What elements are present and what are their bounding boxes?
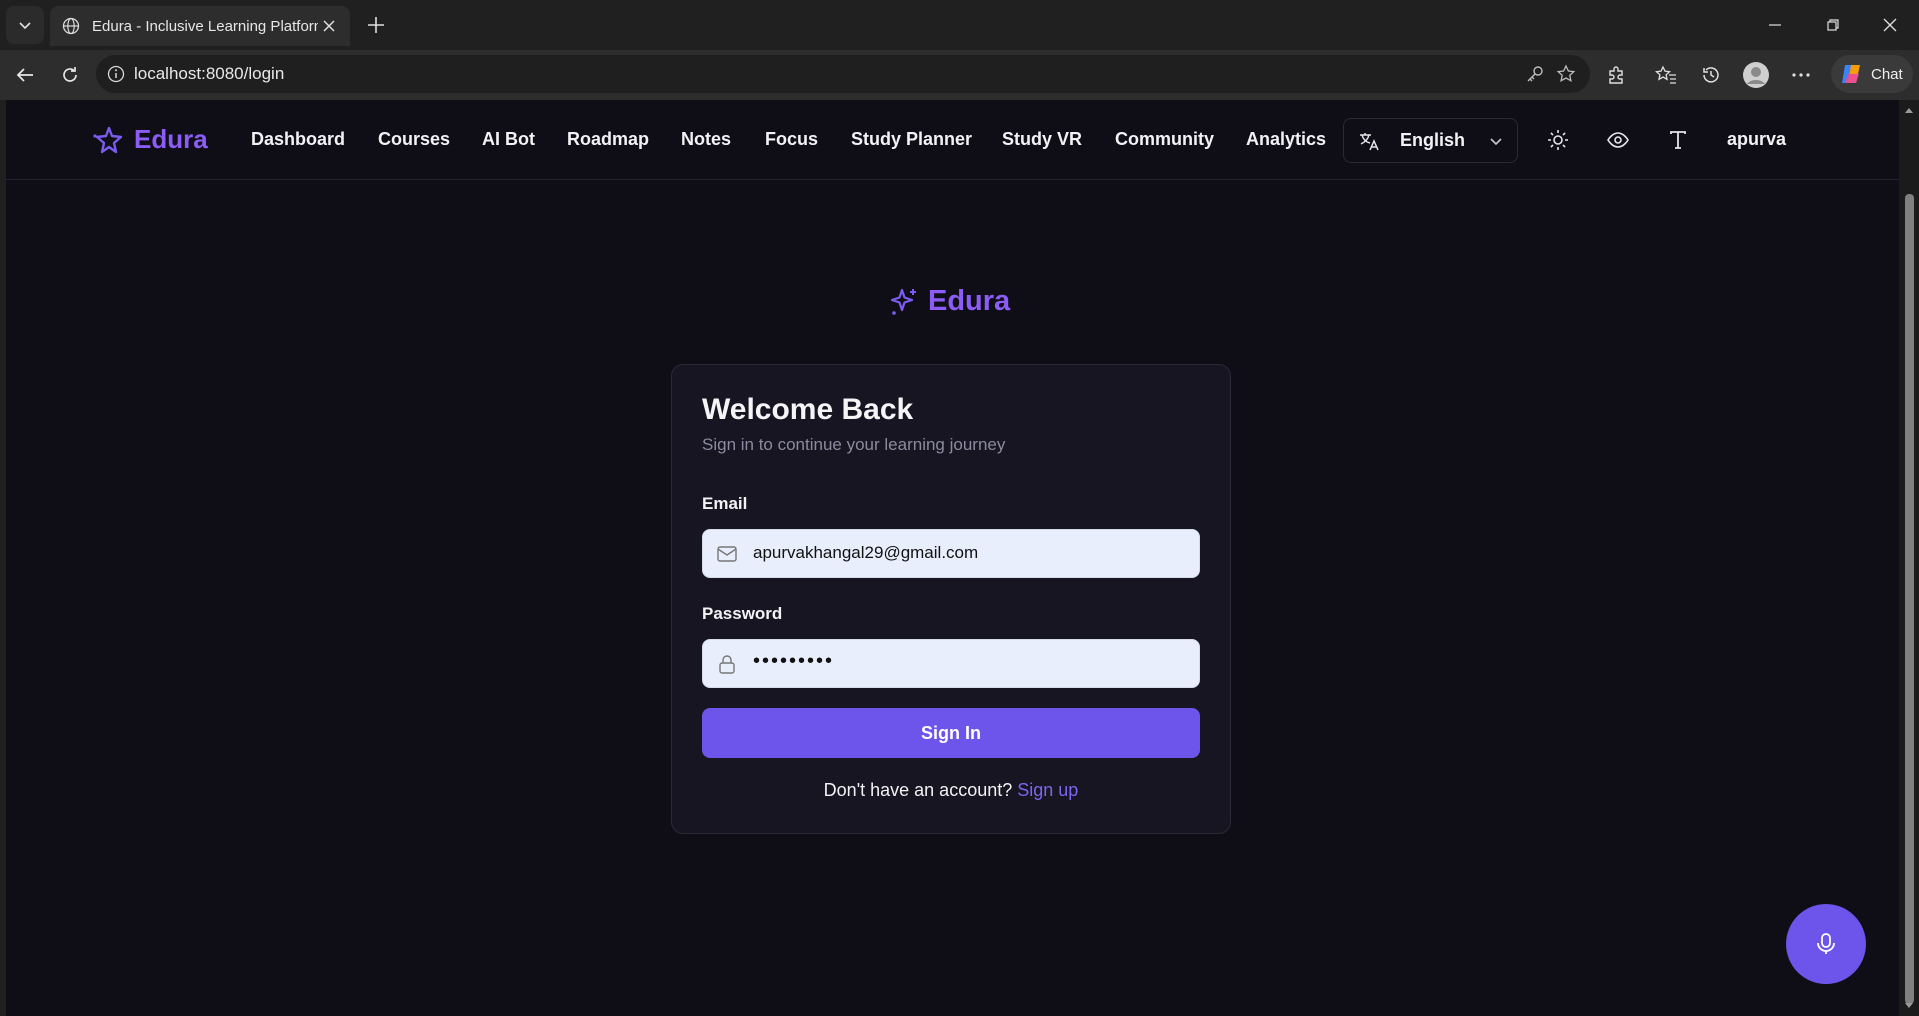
sparkle-logo-icon (93, 126, 123, 153)
avatar-icon (1743, 62, 1769, 88)
tab-title: Edura - Inclusive Learning Platform (92, 17, 318, 35)
login-title: Welcome Back (702, 393, 914, 426)
brand-logo[interactable]: Edura (92, 124, 208, 155)
signup-prompt: Don't have an account? (823, 780, 1013, 800)
nav-link-roadmap[interactable]: Roadmap (567, 129, 649, 150)
email-field[interactable]: apurvakhangal29@gmail.com (702, 529, 1200, 578)
language-select[interactable]: English (1343, 118, 1518, 163)
url-text[interactable]: localhost:8080/login (134, 64, 284, 84)
copilot-icon (1842, 65, 1860, 83)
nav-link-courses[interactable]: Courses (378, 129, 450, 150)
lock-icon (716, 653, 738, 675)
arrow-left-icon (16, 68, 33, 82)
reload-button[interactable] (54, 59, 86, 91)
user-menu[interactable]: apurva (1727, 129, 1786, 150)
accessibility-view-button[interactable] (1605, 127, 1631, 153)
login-subtitle: Sign in to continue your learning journe… (702, 435, 1006, 454)
brand-name: Edura (134, 124, 208, 154)
theme-toggle-button[interactable] (1545, 127, 1571, 153)
nav-link-dashboard[interactable]: Dashboard (251, 129, 345, 150)
page-scrollbar[interactable] (1899, 100, 1919, 1016)
login-brand-name: Edura (928, 285, 1011, 317)
password-field[interactable]: ••••••••• (702, 639, 1200, 688)
new-tab-button[interactable] (362, 11, 390, 39)
favorites-button[interactable] (1650, 59, 1682, 91)
login-logo: Edura (888, 285, 1010, 318)
translate-icon (1360, 132, 1379, 150)
minimize-button[interactable] (1747, 0, 1803, 50)
address-bar[interactable]: localhost:8080/login (96, 55, 1590, 93)
password-value: ••••••••• (753, 650, 835, 672)
chevron-down-icon (1490, 137, 1502, 145)
page-viewport: Edura Dashboard Courses AI Bot Roadmap N… (6, 100, 1899, 1016)
nav-link-study-vr[interactable]: Study VR (1002, 129, 1082, 150)
globe-icon (60, 15, 82, 37)
puzzle-icon (1609, 66, 1623, 84)
more-menu-button[interactable] (1785, 59, 1817, 91)
extensions-button[interactable] (1600, 59, 1632, 91)
restore-button[interactable] (1805, 0, 1861, 50)
back-button[interactable] (9, 59, 41, 91)
profile-button[interactable] (1740, 59, 1772, 91)
nav-link-notes[interactable]: Notes (681, 129, 731, 150)
microphone-icon (1817, 933, 1835, 954)
nav-link-study-planner[interactable]: Study Planner (851, 129, 972, 150)
restore-icon (1827, 19, 1839, 31)
language-label: English (1400, 130, 1466, 150)
info-icon[interactable] (104, 62, 128, 86)
favorites-icon (1655, 65, 1676, 84)
close-icon (1883, 18, 1897, 32)
text-size-button[interactable] (1665, 127, 1691, 153)
email-value: apurvakhangal29@gmail.com (753, 543, 979, 562)
login-card: Welcome Back Sign in to continue your le… (671, 364, 1231, 834)
plus-icon (368, 17, 384, 33)
history-icon (1703, 67, 1719, 83)
copilot-chat-button[interactable]: Chat (1831, 55, 1913, 93)
tab-list-button[interactable] (6, 6, 44, 44)
sign-up-link[interactable]: Sign up (1017, 780, 1078, 800)
key-icon[interactable] (1523, 62, 1547, 86)
voice-assistant-button[interactable] (1786, 904, 1866, 984)
email-label: Email (702, 494, 748, 513)
history-button[interactable] (1695, 59, 1727, 91)
star-icon[interactable] (1554, 62, 1578, 86)
scroll-up-icon (1905, 108, 1913, 113)
signup-row: Don't have an account? Sign up (672, 780, 1230, 801)
password-label: Password (702, 604, 783, 623)
type-icon (1670, 131, 1686, 149)
browser-tab[interactable]: Edura - Inclusive Learning Platform (50, 6, 350, 46)
chat-label: Chat (1871, 65, 1903, 83)
nav-link-focus[interactable]: Focus (765, 129, 818, 150)
sign-in-button[interactable]: Sign In (702, 708, 1200, 758)
mail-icon (716, 543, 738, 565)
browser-tab-strip: Edura - Inclusive Learning Platform (0, 0, 1919, 50)
close-tab-icon[interactable] (318, 15, 340, 37)
nav-link-ai-bot[interactable]: AI Bot (482, 129, 535, 150)
close-window-button[interactable] (1862, 0, 1918, 50)
reload-icon (63, 67, 77, 82)
eye-icon (1607, 132, 1629, 148)
scroll-down-icon (1905, 1003, 1913, 1008)
chevron-down-icon (19, 22, 31, 30)
more-icon (1792, 73, 1810, 77)
nav-link-community[interactable]: Community (1115, 129, 1214, 150)
sparkles-icon (890, 288, 916, 315)
app-navbar: Edura Dashboard Courses AI Bot Roadmap N… (6, 100, 1899, 180)
nav-link-analytics[interactable]: Analytics (1246, 129, 1326, 150)
scroll-thumb[interactable] (1905, 194, 1914, 1004)
sun-icon (1548, 130, 1568, 150)
minimize-icon (1769, 24, 1781, 26)
